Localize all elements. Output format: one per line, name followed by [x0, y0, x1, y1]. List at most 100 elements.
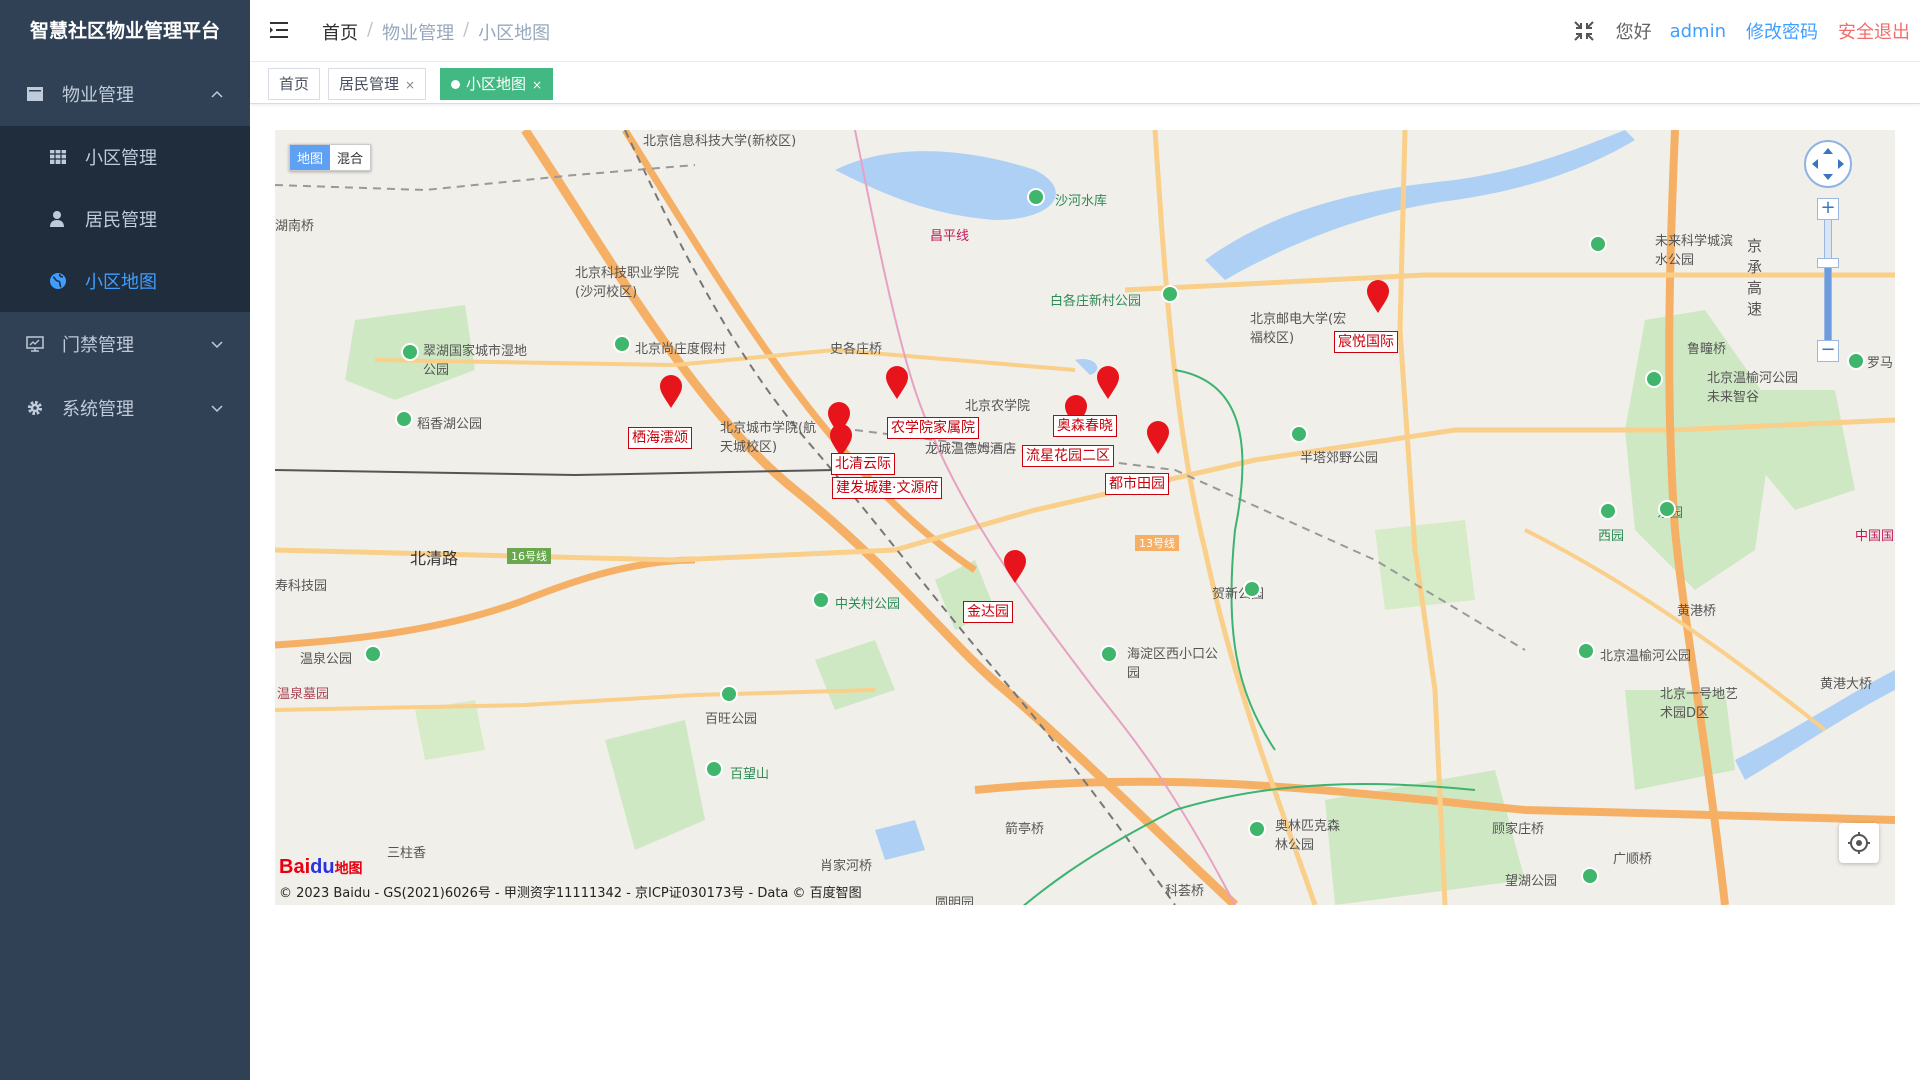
community-marker[interactable] — [1096, 366, 1120, 400]
map-place-label: 温泉公园 — [300, 652, 353, 667]
menu-property-management[interactable]: 物业管理 — [0, 62, 250, 126]
map-place-label: 龙城温德姆酒店 — [925, 442, 1017, 457]
chevron-down-icon — [211, 341, 223, 349]
park-icon — [1290, 425, 1308, 443]
sidebar-item-resident-management[interactable]: 居民管理 — [0, 188, 250, 250]
zoom-slider[interactable] — [1817, 220, 1839, 340]
map-place-label: 广顺桥 — [1613, 852, 1653, 867]
community-marker[interactable] — [659, 375, 683, 409]
community-marker[interactable] — [885, 366, 909, 400]
map-place-label: 京承高速 — [1747, 237, 1763, 318]
table-icon — [48, 147, 68, 167]
sidebar-item-community-map[interactable]: 小区地图 — [0, 250, 250, 312]
pan-control-icon[interactable] — [1804, 140, 1852, 188]
map-place-label: 箭亭桥 — [1005, 822, 1045, 837]
community-marker[interactable] — [1146, 421, 1170, 455]
metro-line-label: 13号线 — [1135, 535, 1179, 551]
community-label[interactable]: 北清云际 — [831, 453, 895, 475]
map-place-label: 顾家庄桥 — [1492, 822, 1545, 837]
tag-label: 小区地图 — [466, 75, 527, 93]
logo-suffix: 地图 — [334, 860, 363, 876]
map-place-label: 罗马 — [1867, 356, 1894, 371]
hamburger-icon[interactable] — [268, 19, 290, 41]
menu-label: 系统管理 — [62, 399, 134, 420]
breadcrumb-separator: / — [463, 19, 470, 40]
menu-access-control[interactable]: 门禁管理 — [0, 312, 250, 376]
close-icon[interactable]: × — [405, 70, 415, 100]
park-icon — [1161, 285, 1179, 303]
grid-icon — [24, 83, 46, 105]
park-icon — [401, 343, 419, 361]
map-type-hybrid[interactable]: 混合 — [330, 145, 370, 170]
zoom-slider-fill — [1825, 265, 1831, 340]
map-place-label: 北京农学院 — [965, 399, 1031, 414]
menu-system-management[interactable]: 系统管理 — [0, 376, 250, 440]
zoom-out-button[interactable]: − — [1817, 340, 1839, 362]
username-link[interactable]: admin — [1670, 21, 1726, 42]
logo-paw: du — [310, 856, 335, 878]
logo-text: Bai — [279, 856, 311, 878]
community-label[interactable]: 宸悦国际 — [1334, 331, 1398, 353]
map-place-label: 史各庄桥 — [830, 342, 883, 357]
park-icon — [1589, 235, 1607, 253]
zoom-control: + − — [1801, 140, 1855, 380]
tag-community-map[interactable]: 小区地图 × — [440, 68, 554, 100]
sidebar-item-label: 小区地图 — [85, 272, 157, 293]
locate-button[interactable] — [1839, 823, 1879, 863]
map-place-label: 科荟桥 — [1165, 884, 1205, 899]
map-place-label: 温泉墓园 — [277, 687, 330, 702]
map-place-label: 北京尚庄度假村 — [635, 342, 727, 357]
map-base-layer — [275, 130, 1895, 905]
map-place-label: 百望山 — [730, 767, 770, 782]
community-label[interactable]: 建发城建·文源府 — [832, 477, 943, 499]
community-marker[interactable] — [1003, 550, 1027, 584]
exit-fullscreen-icon[interactable] — [1572, 19, 1596, 43]
map-copyright: © 2023 Baidu - GS(2021)6026号 - 甲测资字11111… — [279, 886, 862, 901]
park-icon — [1577, 642, 1595, 660]
breadcrumb-current: 小区地图 — [478, 23, 551, 44]
sidebar-item-community-management[interactable]: 小区管理 — [0, 126, 250, 188]
park-icon — [613, 335, 631, 353]
map-place-label: 中关村公园 — [835, 597, 901, 612]
park-icon — [1243, 580, 1261, 598]
sidebar-item-label: 小区管理 — [85, 148, 157, 169]
breadcrumb-home[interactable]: 首页 — [322, 19, 358, 45]
map-place-label: 肖家河桥 — [820, 859, 873, 874]
map-place-label: 寿科技园 — [275, 579, 328, 594]
community-map[interactable]: 北京信息科技大学(新校区) 沙河水库 昌平线 北京科技职业学院(沙河校区) 白各… — [275, 130, 1895, 905]
sidebar: 智慧社区物业管理平台 物业管理 小区管理 居民管理 小区地图 门禁管理 系统管理 — [0, 0, 250, 1080]
map-place-label: 未来科学城滨水公园 — [1655, 234, 1734, 268]
submenu-property: 小区管理 居民管理 小区地图 — [0, 126, 250, 312]
map-place-label: 鲁疃桥 — [1687, 342, 1727, 357]
map-place-label: 北京温榆河公园 — [1600, 649, 1692, 664]
community-label[interactable]: 金达园 — [963, 601, 1013, 623]
tag-home[interactable]: 首页 — [268, 68, 321, 100]
community-label[interactable]: 都市田园 — [1105, 473, 1169, 495]
map-place-label: 半塔郊野公园 — [1300, 451, 1379, 466]
zoom-slider-knob[interactable] — [1817, 258, 1839, 268]
map-place-label: 海淀区西小口公园 — [1127, 647, 1219, 681]
change-password-link[interactable]: 修改密码 — [1746, 18, 1818, 44]
tag-resident-management[interactable]: 居民管理 × — [328, 68, 427, 100]
breadcrumb: 首页 / 物业管理 / 小区地图 — [322, 19, 550, 45]
baidu-logo: Baidu地图 — [279, 856, 363, 879]
tag-label: 首页 — [279, 75, 310, 93]
map-place-label: 三柱香 — [387, 846, 427, 861]
park-icon — [1100, 645, 1118, 663]
logout-link[interactable]: 安全退出 — [1838, 18, 1910, 44]
map-place-label: 望湖公园 — [1505, 874, 1558, 889]
close-icon[interactable]: × — [532, 70, 542, 100]
park-icon — [1248, 820, 1266, 838]
community-label[interactable]: 栖海澐颂 — [628, 427, 692, 449]
metro-line-label: 16号线 — [507, 548, 551, 564]
map-type-normal[interactable]: 地图 — [290, 145, 331, 170]
gear-icon — [24, 397, 46, 419]
community-marker[interactable] — [1366, 280, 1390, 314]
park-icon — [1645, 370, 1663, 388]
community-label[interactable]: 奥森春晓 — [1053, 415, 1117, 437]
park-icon — [1658, 500, 1676, 518]
community-label[interactable]: 农学院家属院 — [887, 417, 979, 439]
sidebar-item-label: 居民管理 — [85, 210, 157, 231]
zoom-in-button[interactable]: + — [1817, 198, 1839, 220]
community-label[interactable]: 流星花园二区 — [1022, 445, 1114, 467]
